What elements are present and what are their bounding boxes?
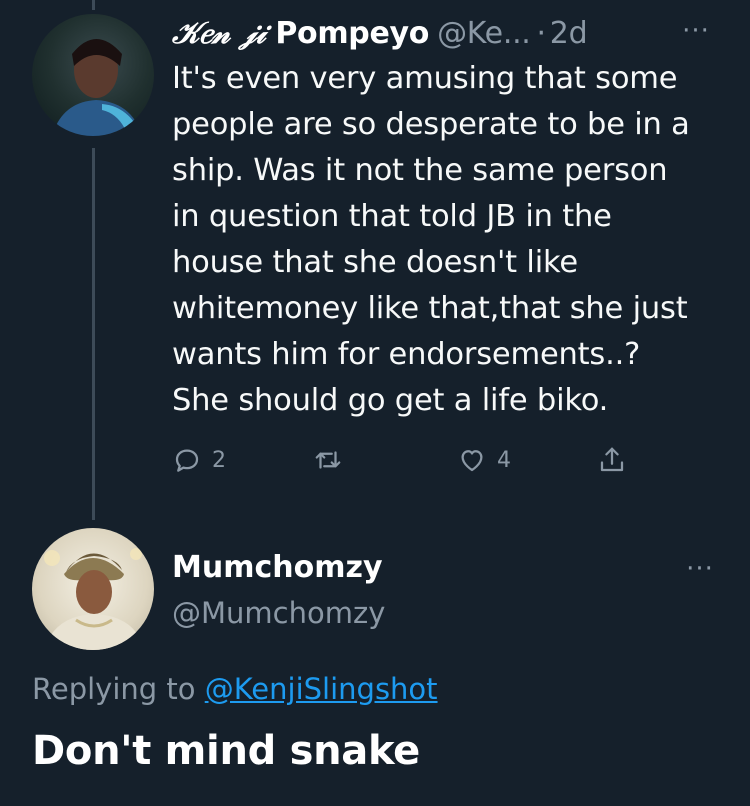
share-icon	[597, 445, 627, 475]
more-label: ···	[682, 16, 710, 46]
avatar[interactable]	[32, 14, 154, 136]
heart-icon	[457, 445, 487, 475]
tweet-header: 𝒦𝑒𝓃 𝒿𝒾 Pompeyo @Ke... · 2d	[172, 10, 730, 56]
tweet-text-line: It's even very amusing that some	[172, 61, 678, 96]
user-handle[interactable]: @Ke...	[437, 16, 531, 51]
reply-count: 2	[212, 447, 226, 473]
more-label: ···	[686, 554, 714, 584]
tweet-text-line: wants him for endorsements..?	[172, 337, 641, 372]
display-name[interactable]: Pompeyo	[275, 16, 429, 51]
separator: ·	[536, 15, 547, 51]
tweet-text-line: ship. Was it not the same person	[172, 153, 668, 188]
tweet-text-line: people are so desperate to be in a	[172, 107, 690, 142]
tweet-text-line: in question that told JB in the	[172, 199, 612, 234]
replying-prefix: Replying to	[32, 672, 205, 706]
more-icon[interactable]: ···	[680, 554, 720, 584]
retweet-icon	[312, 445, 344, 475]
replying-to: Replying to @KenjiSlingshot	[32, 672, 438, 706]
timestamp[interactable]: 2d	[550, 16, 588, 51]
tweet-text: Don't mind snake	[32, 728, 421, 774]
share-button[interactable]	[597, 440, 627, 480]
display-name[interactable]: Mumchomzy	[172, 550, 383, 585]
reply-button[interactable]: 2	[172, 440, 226, 480]
like-button[interactable]: 4	[457, 440, 511, 480]
more-icon[interactable]: ···	[676, 16, 716, 46]
reply-icon	[172, 445, 202, 475]
tweet-text: It's even very amusing that some people …	[172, 56, 732, 424]
user-handle[interactable]: @Mumchomzy	[172, 596, 385, 630]
avatar[interactable]	[32, 528, 154, 650]
display-name[interactable]: 𝒦𝑒𝓃 𝒿𝒾	[172, 16, 266, 51]
mention-link[interactable]: @KenjiSlingshot	[205, 672, 438, 706]
retweet-button[interactable]	[312, 440, 354, 480]
tweet-actions: 2 4	[172, 440, 652, 480]
thread-line	[92, 148, 95, 520]
thread-line	[92, 0, 95, 10]
tweet-thread: 𝒦𝑒𝓃 𝒿𝒾 Pompeyo @Ke... · 2d ··· It's even…	[0, 0, 750, 806]
tweet-text-line: whitemoney like that,that she just	[172, 291, 688, 326]
tweet-text-line: house that she doesn't like	[172, 245, 578, 280]
like-count: 4	[497, 447, 511, 473]
tweet-text-line: She should go get a life biko.	[172, 383, 609, 418]
